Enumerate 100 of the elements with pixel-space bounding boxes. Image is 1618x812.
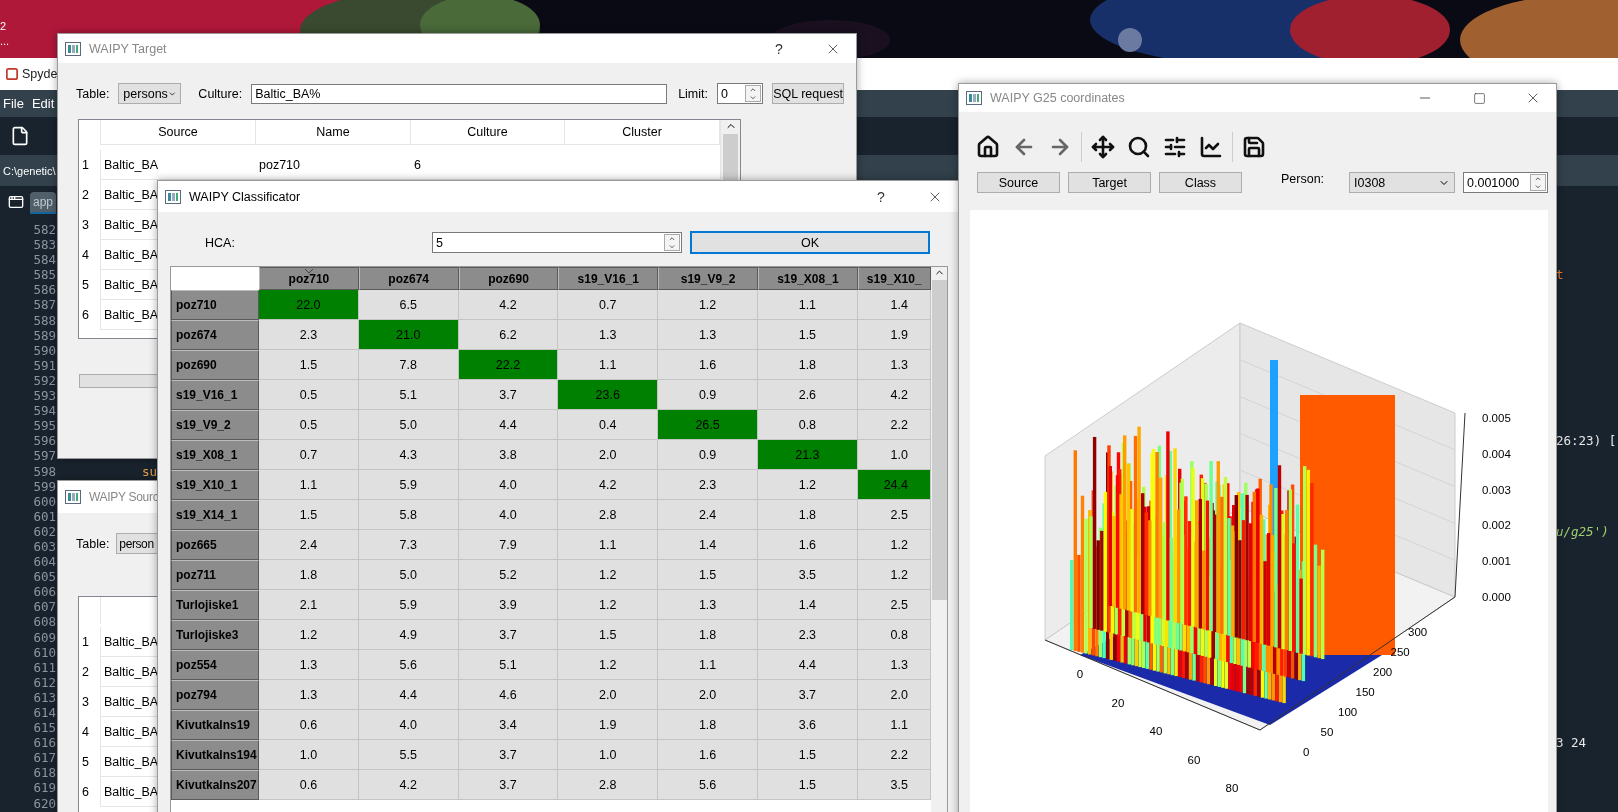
table-cell: 3.7 — [458, 380, 559, 410]
row-header[interactable]: s19_V16_1 — [171, 380, 259, 410]
row-header[interactable]: poz690 — [171, 350, 259, 380]
table-cell: 1.3 — [259, 680, 359, 710]
mode-button[interactable]: Target — [1068, 172, 1151, 193]
row-header[interactable]: poz674 — [171, 320, 259, 350]
table-cell: 0.8 — [857, 620, 931, 650]
maximize-icon[interactable] — [1472, 91, 1486, 105]
line-number: 582 — [32, 222, 56, 238]
column-header[interactable]: s19_X10_ — [857, 267, 931, 290]
row-header[interactable]: poz711 — [171, 560, 259, 590]
line-number: 591 — [32, 357, 56, 373]
row-header[interactable]: Kivutkalns194 — [171, 740, 259, 770]
table-cell: 4.2 — [857, 380, 931, 410]
line-number: 609 — [32, 629, 56, 645]
id-dropdown[interactable]: I0308 — [1349, 172, 1455, 193]
table-cell: 1.5 — [558, 620, 659, 650]
console-text: t — [1556, 267, 1565, 283]
table-cell: 2.1 — [259, 590, 359, 620]
table-cell: 2.5 — [857, 500, 931, 530]
table-cell: 0.5 — [259, 380, 359, 410]
table-cell: 2.0 — [658, 680, 758, 710]
table-cell: 2.2 — [857, 410, 931, 440]
row-header[interactable]: Kivutkalns207 — [171, 770, 259, 800]
table-cell: 2.4 — [658, 500, 758, 530]
table-cell: 1.3 — [658, 590, 758, 620]
x-tick-label: 60 — [1187, 753, 1201, 766]
column-header[interactable]: Source — [101, 120, 256, 145]
hca-spinbox[interactable]: 5 — [432, 232, 682, 253]
table-cell: 1.2 — [857, 560, 931, 590]
table-cell: 5.6 — [358, 650, 459, 680]
y-tick-label: 150 — [1355, 686, 1375, 698]
new-file-icon[interactable] — [10, 126, 30, 146]
table-cell: 1.8 — [259, 560, 359, 590]
table-cell: 5.9 — [358, 590, 459, 620]
line-number: 586 — [32, 282, 56, 298]
line-number: 616 — [32, 735, 56, 751]
line-number: 598 — [32, 463, 56, 479]
y-tick-label: 100 — [1338, 706, 1358, 718]
column-header[interactable]: Name — [256, 120, 411, 145]
table-cell: 2.0 — [558, 680, 659, 710]
menu-item[interactable]: Edit — [31, 96, 55, 111]
scrollbar-thumb[interactable] — [931, 280, 947, 600]
limit-spinbox[interactable]: 0 — [717, 83, 763, 104]
help-button[interactable]: ? — [858, 181, 904, 212]
column-header[interactable]: poz674 — [358, 267, 459, 290]
culture-field[interactable]: Baltic_BA% — [251, 83, 668, 104]
column-header[interactable]: poz710 — [259, 267, 359, 290]
row-header[interactable]: s19_X08_1 — [171, 440, 259, 470]
table-cell: 1.6 — [758, 530, 858, 560]
table-cell: 1.1 — [658, 650, 758, 680]
column-header[interactable]: s19_V9_2 — [658, 267, 758, 290]
line-number: 600 — [32, 493, 56, 509]
editor-tab[interactable]: app — [30, 192, 57, 214]
row-header[interactable]: Turlojiske1 — [171, 590, 259, 620]
sql-request-button[interactable]: SQL request — [772, 83, 844, 104]
threshold-spinbox[interactable]: 0.001000 — [1463, 172, 1548, 193]
row-header[interactable]: Turlojiske3 — [171, 620, 259, 650]
row-header[interactable]: poz794 — [171, 680, 259, 710]
mode-button[interactable]: Class — [1159, 172, 1242, 193]
column-header[interactable]: s19_V16_1 — [558, 267, 659, 290]
table-cell: 2.0 — [857, 680, 931, 710]
row-header[interactable]: poz554 — [171, 650, 259, 680]
line-number: 608 — [32, 614, 56, 630]
table-cell: 1.0 — [558, 740, 659, 770]
table-cell: 3.6 — [758, 710, 858, 740]
row-header[interactable]: Kivutkalns19 — [171, 710, 259, 740]
table-cell: 0.7 — [259, 440, 359, 470]
row-number: 4 — [79, 717, 101, 747]
ok-button[interactable]: OK — [691, 232, 929, 253]
line-number: 604 — [32, 554, 56, 570]
table-cell: 4.2 — [558, 470, 659, 500]
row-header[interactable]: s19_V9_2 — [171, 410, 259, 440]
row-header[interactable]: poz665 — [171, 530, 259, 560]
column-header[interactable]: s19_X08_1 — [758, 267, 858, 290]
mode-button[interactable]: Source — [977, 172, 1060, 193]
table-cell: 3.7 — [758, 680, 858, 710]
window-title: WAIPY Target — [89, 41, 168, 56]
column-header[interactable]: poz690 — [458, 267, 559, 290]
table-cell: 1.5 — [259, 350, 359, 380]
column-header[interactable]: Culture — [411, 120, 565, 145]
line-number: 617 — [32, 750, 56, 766]
line-number: 590 — [32, 342, 56, 358]
table-cell: 2.0 — [558, 440, 659, 470]
scrollbar[interactable] — [931, 267, 947, 812]
row-header[interactable]: s19_X10_1 — [171, 470, 259, 500]
column-header[interactable]: Cluster — [565, 120, 720, 145]
table-cell: 1.8 — [758, 500, 858, 530]
window-icon[interactable] — [8, 194, 24, 210]
row-header[interactable]: poz710 — [171, 290, 259, 320]
scrollbar-thumb[interactable] — [723, 134, 738, 182]
table-cell: 21.3 — [758, 440, 858, 470]
row-header[interactable]: s19_X14_1 — [171, 500, 259, 530]
table-cell: 1.2 — [558, 650, 659, 680]
menu-item[interactable]: File — [3, 96, 24, 111]
table-dropdown[interactable]: persons — [118, 83, 182, 104]
help-button[interactable]: ? — [756, 34, 802, 63]
table-cell: 1.1 — [259, 470, 359, 500]
table-cell: 1.5 — [758, 770, 858, 800]
line-number: 613 — [32, 689, 56, 705]
